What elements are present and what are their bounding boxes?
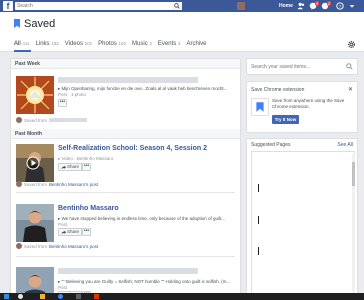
text-cursor bbox=[258, 184, 259, 192]
item-title-placeholder bbox=[58, 268, 198, 274]
section-header-past-week: Past Week bbox=[11, 59, 240, 69]
text-cursor bbox=[258, 216, 259, 224]
item-meta: Post bbox=[58, 222, 68, 227]
active-tab-indicator bbox=[14, 50, 31, 52]
start-icon[interactable] bbox=[4, 294, 9, 299]
item-meta: ▸ Video · Bentinho Massaro bbox=[58, 156, 114, 161]
messages-badge: 9 bbox=[315, 1, 320, 6]
search-icon bbox=[174, 3, 180, 9]
share-button[interactable]: Share bbox=[58, 163, 83, 171]
close-icon[interactable]: ✕ bbox=[348, 86, 353, 93]
divider bbox=[16, 192, 235, 193]
item-meta: Post bbox=[58, 285, 68, 290]
suggested-pages-panel: Suggested Pages See All bbox=[246, 138, 358, 300]
item-description: ▸ We have stopped believing in endless t… bbox=[58, 216, 226, 221]
os-taskbar bbox=[0, 293, 364, 300]
share-icon bbox=[61, 230, 66, 234]
saved-search-input[interactable] bbox=[251, 63, 343, 71]
tab-videos[interactable]: Videos 101 bbox=[65, 41, 92, 47]
tab-links[interactable]: Links 152 bbox=[36, 41, 59, 47]
see-all-link[interactable]: See All bbox=[337, 142, 353, 148]
tab-music[interactable]: Music 2 bbox=[132, 41, 152, 47]
search-field[interactable] bbox=[15, 2, 182, 10]
item-meta: Post · 1 photo bbox=[58, 92, 87, 97]
taskbar-app-icon[interactable] bbox=[94, 294, 99, 299]
svg-text:?: ? bbox=[339, 4, 342, 10]
scrollbar[interactable] bbox=[352, 154, 355, 297]
tab-all[interactable]: All 411 bbox=[14, 41, 30, 47]
source-avatar bbox=[16, 243, 22, 249]
search-taskbar-icon[interactable] bbox=[18, 294, 23, 299]
account-menu-chevron-icon[interactable] bbox=[348, 2, 356, 10]
saved-from: Saved from Bentinho Massaro's post bbox=[16, 243, 98, 249]
search-button[interactable] bbox=[172, 2, 182, 10]
suggested-pages-title: Suggested Pages bbox=[251, 142, 291, 148]
saved-item: Self-Realization School: Season 4, Sessi… bbox=[11, 139, 240, 195]
saved-search-box[interactable] bbox=[246, 58, 358, 75]
scrollbar-thumb[interactable] bbox=[352, 162, 355, 186]
suggested-pages-frame bbox=[251, 151, 355, 299]
tab-photos[interactable]: Photos 102 bbox=[98, 41, 126, 47]
source-avatar bbox=[16, 117, 22, 123]
notifications-badge: 2 bbox=[327, 1, 332, 6]
section-header-past-month: Past Month bbox=[11, 129, 240, 139]
saved-from: Saved from bbox=[16, 117, 88, 123]
more-options-button[interactable]: ••• bbox=[82, 228, 91, 236]
help-icon[interactable]: ? bbox=[336, 2, 344, 10]
saved-items-list: Past Week ▸ Mijn Openbaring, mijn functi… bbox=[10, 58, 241, 300]
top-navigation-bar: f Home 9 2 ? bbox=[0, 0, 364, 12]
saved-source-link[interactable]: Bentinho Massaro's post bbox=[49, 244, 98, 249]
promo-text: Save from anywhere using the Save Chrome… bbox=[272, 98, 345, 109]
item-title[interactable]: Self-Realization School: Season 4, Sessi… bbox=[58, 145, 207, 152]
search-icon[interactable] bbox=[346, 63, 353, 72]
saved-item: ▸ Mijn Openbaring, mijn functie en die o… bbox=[11, 69, 240, 127]
profile-avatar[interactable] bbox=[237, 2, 245, 10]
item-title[interactable]: Bentinho Massaro bbox=[58, 205, 119, 212]
divider bbox=[16, 256, 235, 257]
item-thumbnail[interactable] bbox=[16, 204, 54, 242]
facebook-logo-icon[interactable]: f bbox=[3, 1, 13, 11]
saved-source-link[interactable]: Bentinho Massaro's post bbox=[49, 182, 98, 187]
chrome-icon[interactable] bbox=[58, 294, 63, 299]
saved-from: Saved from Bentinho Massaro's post bbox=[16, 181, 98, 187]
page-title: Saved bbox=[24, 18, 56, 30]
try-it-now-button[interactable]: Try It Now bbox=[272, 115, 299, 124]
saved-source-placeholder bbox=[49, 118, 88, 122]
saved-tabs: All 411 Links 152 Videos 101 Photos 102 … bbox=[14, 41, 206, 47]
taskbar-app-icon[interactable] bbox=[76, 294, 81, 299]
item-thumbnail-video[interactable] bbox=[16, 144, 54, 182]
item-description: ▸ "" Believing you are Guilty = Selfish;… bbox=[58, 279, 231, 284]
more-options-button[interactable]: ••• bbox=[58, 99, 67, 107]
chrome-extension-promo: Save Chrome extension ✕ Save from anywhe… bbox=[246, 81, 358, 133]
item-thumbnail[interactable] bbox=[16, 76, 54, 114]
tab-events[interactable]: Events 3 bbox=[158, 41, 181, 47]
friend-requests-icon[interactable] bbox=[297, 2, 305, 10]
search-input[interactable] bbox=[15, 2, 170, 10]
file-explorer-icon[interactable] bbox=[40, 294, 45, 299]
saved-item: Bentinho Massaro ▸ We have stopped belie… bbox=[11, 199, 240, 255]
text-cursor bbox=[258, 247, 259, 255]
promo-title: Save Chrome extension bbox=[251, 87, 305, 93]
source-avatar bbox=[16, 181, 22, 187]
more-options-button[interactable]: ••• bbox=[82, 163, 91, 171]
home-link[interactable]: Home bbox=[279, 3, 293, 9]
share-button[interactable]: Share bbox=[58, 228, 83, 236]
item-title-placeholder bbox=[58, 77, 198, 83]
share-icon bbox=[61, 165, 66, 169]
tab-archive[interactable]: Archive bbox=[186, 41, 206, 47]
gear-icon[interactable] bbox=[347, 40, 356, 49]
chrome-extension-icon bbox=[251, 98, 269, 116]
